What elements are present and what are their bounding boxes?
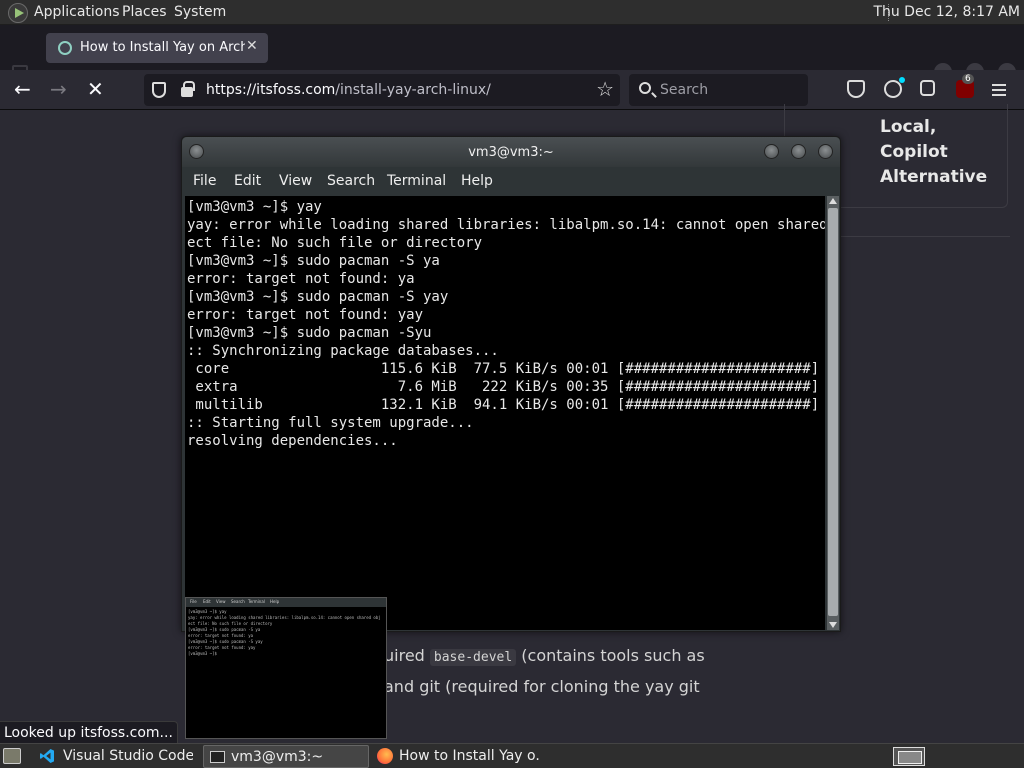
url-text[interactable]: https://itsfoss.com/install-yay-arch-lin…	[206, 82, 491, 98]
sidebar-card-text[interactable]: Local, Copilot Alternative	[880, 115, 1000, 190]
preview-menu-label: Help	[270, 599, 280, 604]
search-bar[interactable]: Search	[629, 74, 808, 106]
terminal-line: error: target not found: yay	[187, 307, 424, 323]
menu-help[interactable]: Help	[461, 173, 493, 189]
scrollbar-thumb[interactable]	[828, 208, 838, 616]
scroll-down-arrow-icon[interactable]	[829, 622, 837, 628]
menu-view[interactable]: View	[279, 173, 312, 189]
terminal-title: vm3@vm3:~	[468, 145, 554, 160]
minimize-icon[interactable]	[764, 144, 779, 159]
stop-loading-icon[interactable]: ✕	[87, 78, 104, 100]
hamburger-menu-icon[interactable]	[992, 84, 1006, 86]
terminal-line: :: Starting full system upgrade...	[187, 415, 474, 431]
menu-edit[interactable]: Edit	[234, 173, 261, 189]
terminal-scrollbar[interactable]	[827, 196, 839, 630]
account-icon[interactable]	[884, 77, 905, 98]
taskbar-item-firefox[interactable]: How to Install Yay o...	[371, 745, 541, 768]
preview-menu-label: Terminal	[248, 599, 265, 604]
firefox-icon	[377, 748, 393, 764]
terminal-window[interactable]: vm3@vm3:~ File Edit View Search Terminal…	[181, 136, 841, 632]
workspace-switcher[interactable]	[893, 747, 925, 766]
terminal-icon	[210, 751, 225, 763]
url-path: /install-yay-arch-linux/	[335, 82, 491, 98]
url-domain: https://itsfoss.com	[206, 82, 336, 98]
search-icon	[639, 82, 651, 94]
extensions-puzzle-icon[interactable]	[920, 80, 935, 96]
terminal-window-preview[interactable]: File Edit View Search Terminal Help [vm3…	[185, 597, 387, 739]
taskbar-item-terminal[interactable]: vm3@vm3:~	[203, 745, 369, 768]
terminal-line: yay: error while loading shared librarie…	[187, 217, 825, 233]
preview-menu-label: View	[216, 599, 226, 604]
browser-tab-active[interactable]: How to Install Yay on Arch L ✕	[46, 33, 268, 63]
url-bar[interactable]: https://itsfoss.com/install-yay-arch-lin…	[144, 74, 620, 106]
inline-code: base-devel	[429, 649, 517, 666]
tracking-protection-shield-icon[interactable]	[152, 82, 166, 98]
sidebar-divider	[840, 236, 1010, 237]
top-panel: Applications Places System Thu Dec 12, 8…	[0, 0, 1024, 25]
terminal-line: [vm3@vm3 ~]$ yay	[187, 199, 322, 215]
preview-menu-label: File	[190, 599, 197, 604]
terminal-line: :: Synchronizing package databases...	[187, 343, 499, 359]
taskbar-item-label: vm3@vm3:~	[231, 749, 324, 765]
applications-menu[interactable]: Applications	[34, 4, 120, 20]
status-tooltip: Looked up itsfoss.com...	[0, 721, 178, 743]
terminal-line: [vm3@vm3 ~]$ sudo pacman -Syu	[187, 325, 432, 341]
bookmark-star-icon[interactable]: ☆	[596, 77, 614, 101]
article-paragraph-line: uired base-devel (contains tools such as	[384, 646, 705, 666]
preview-menu-label: Search	[231, 599, 245, 604]
scroll-up-arrow-icon[interactable]	[829, 198, 837, 204]
system-menu[interactable]: System	[174, 4, 226, 20]
forward-arrow-icon[interactable]: →	[50, 78, 67, 100]
taskbar-item-vscode[interactable]: Visual Studio Code ...	[34, 745, 196, 768]
search-placeholder: Search	[660, 82, 709, 98]
terminal-line: ect file: No such file or directory	[187, 235, 483, 251]
itsfoss-favicon-icon	[58, 41, 72, 55]
bottom-taskbar: Visual Studio Code ... vm3@vm3:~ How to …	[0, 743, 1024, 768]
preview-line: [vm3@vm3 ~]$	[188, 651, 220, 656]
preview-menubar: File Edit View Search Terminal Help	[186, 598, 386, 607]
menu-terminal[interactable]: Terminal	[387, 173, 446, 189]
terminal-line: error: target not found: ya	[187, 271, 415, 287]
menu-search[interactable]: Search	[327, 173, 375, 189]
article-paragraph-line: and git (required for cloning the yay gi…	[384, 677, 700, 696]
terminal-line: [vm3@vm3 ~]$ sudo pacman -S yay	[187, 289, 449, 305]
terminal-line: resolving dependencies...	[187, 433, 398, 449]
terminal-line: multilib 132.1 KiB 94.1 KiB/s 00:01 [###…	[187, 397, 825, 413]
taskbar-item-label: Visual Studio Code ...	[63, 748, 193, 764]
article-text: (contains tools such as	[516, 646, 705, 665]
show-desktop-icon[interactable]	[3, 748, 21, 764]
article-text: uired	[384, 646, 430, 665]
places-menu[interactable]: Places	[122, 4, 167, 20]
menu-file[interactable]: File	[193, 173, 216, 189]
tab-close-icon[interactable]: ✕	[246, 38, 258, 54]
terminal-line: core 115.6 KiB 77.5 KiB/s 00:01 [#######…	[187, 361, 825, 377]
terminal-line: [vm3@vm3 ~]$ sudo pacman -S ya	[187, 253, 440, 269]
terminal-screen[interactable]: [vm3@vm3 ~]$ yay yay: error while loadin…	[185, 196, 825, 630]
ublock-badge: 6	[962, 74, 974, 84]
preview-menu-label: Edit	[203, 599, 211, 604]
close-icon[interactable]	[818, 144, 833, 159]
terminal-titlebar[interactable]: vm3@vm3:~	[182, 137, 840, 167]
clock[interactable]: Thu Dec 12, 8:17 AM	[873, 4, 1020, 20]
back-arrow-icon[interactable]: ←	[14, 78, 31, 100]
vscode-icon	[40, 749, 54, 763]
taskbar-item-label: How to Install Yay o...	[399, 748, 539, 764]
terminal-menubar: File Edit View Search Terminal Help	[182, 167, 840, 195]
maximize-icon[interactable]	[791, 144, 806, 159]
applications-logo-icon[interactable]	[8, 3, 28, 23]
pocket-icon[interactable]	[847, 80, 865, 98]
lock-icon[interactable]	[181, 81, 195, 97]
terminal-line: extra 7.6 MiB 222 KiB/s 00:35 [#########…	[187, 379, 825, 395]
tab-title: How to Install Yay on Arch L	[80, 40, 245, 55]
